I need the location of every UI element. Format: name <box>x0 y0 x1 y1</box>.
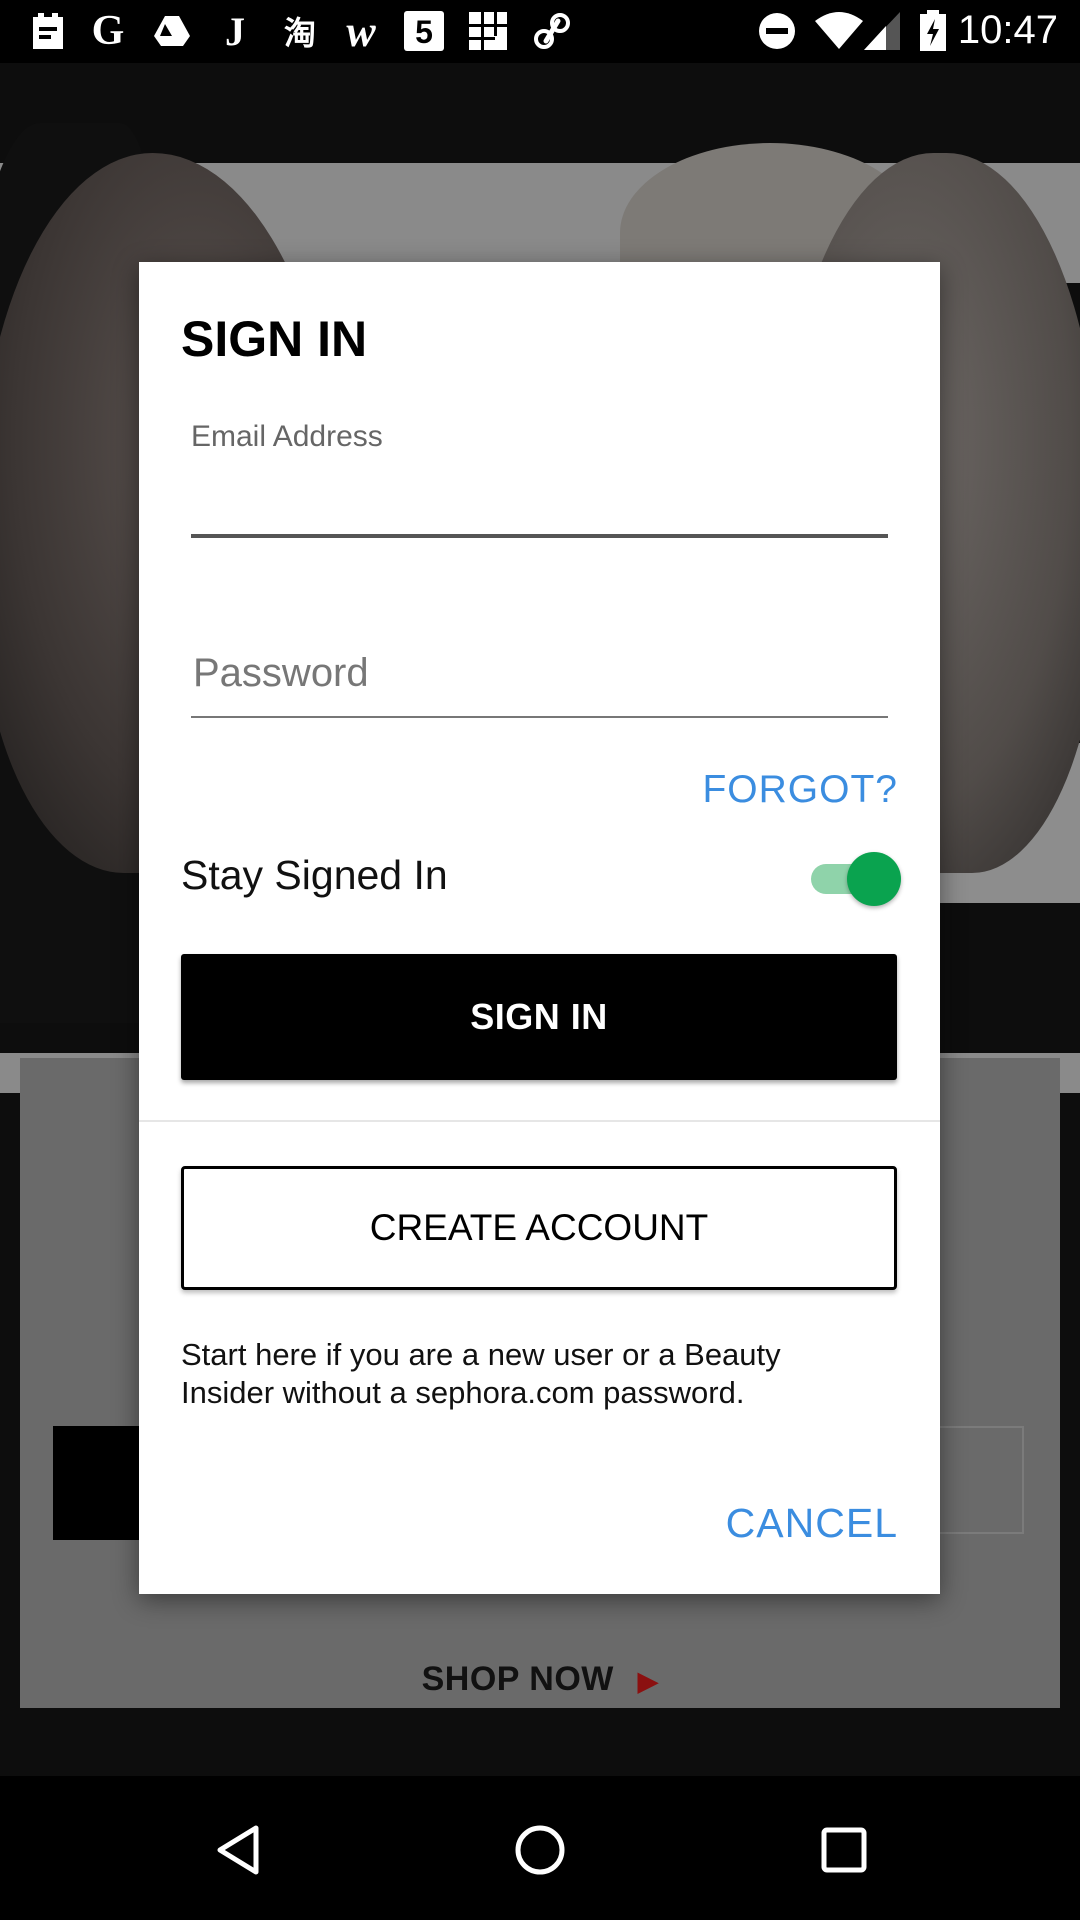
arrow-right-icon: ▶ <box>637 1666 659 1696</box>
password-field[interactable] <box>191 642 892 704</box>
back-icon[interactable] <box>212 1822 268 1878</box>
status-bar: G J 淘 w 5 10:47 <box>0 0 1080 63</box>
w-icon: w <box>346 6 376 56</box>
five-icon: 5 <box>402 10 446 52</box>
link-icon <box>530 10 574 52</box>
forgot-password-link[interactable]: FORGOT? <box>702 768 898 812</box>
grid-icon <box>466 10 510 52</box>
create-account-button[interactable]: CREATE ACCOUNT <box>181 1166 897 1290</box>
shop-now-label: SHOP NOW <box>421 1660 614 1698</box>
sign-in-button[interactable]: SIGN IN <box>181 954 897 1080</box>
clock: 10:47 <box>957 8 1058 52</box>
google-icon: G <box>91 8 125 54</box>
sign-in-dialog: SIGN IN Email Address FORGOT? Stay Signe… <box>139 262 940 1594</box>
notification-icon <box>28 10 68 52</box>
wifi-icon <box>812 10 866 52</box>
drive-icon <box>152 10 192 52</box>
stay-signed-in-toggle[interactable] <box>805 852 901 906</box>
recents-icon[interactable] <box>816 1822 872 1878</box>
dialog-title: SIGN IN <box>181 311 368 367</box>
email-label: Email Address <box>191 420 383 453</box>
divider <box>139 1120 940 1122</box>
toggle-knob <box>847 852 901 906</box>
signal-icon <box>862 10 902 52</box>
j-icon: J <box>225 8 245 54</box>
home-icon[interactable] <box>512 1822 568 1878</box>
do-not-disturb-icon <box>756 10 798 52</box>
svg-text:5: 5 <box>415 14 433 50</box>
taobao-icon: 淘 <box>283 15 316 51</box>
shop-now-link[interactable]: SHOP NOW ▶ <box>0 1660 1080 1699</box>
create-account-description: Start here if you are a new user or a Be… <box>181 1337 781 1410</box>
battery-icon <box>918 10 948 52</box>
email-field[interactable] <box>191 470 892 532</box>
email-field-underline <box>191 534 888 538</box>
stay-signed-in-label: Stay Signed In <box>181 852 448 898</box>
cancel-button[interactable]: CANCEL <box>726 1500 898 1547</box>
password-field-underline <box>191 716 888 718</box>
navigation-bar <box>0 1776 1080 1920</box>
